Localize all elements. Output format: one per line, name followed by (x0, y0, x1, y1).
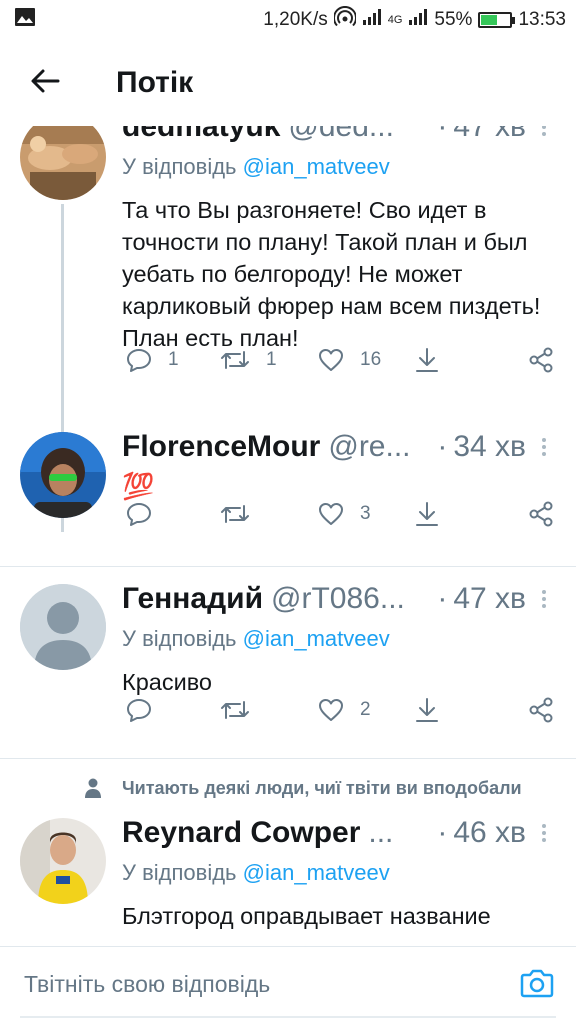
hotspot-icon (332, 6, 357, 34)
reply-count: 1 (168, 349, 179, 370)
separator-dot: · (437, 126, 448, 143)
download-icon (416, 698, 438, 722)
avatar[interactable] (20, 584, 106, 670)
reply-composer[interactable]: Твітніть свою відповідь (0, 946, 576, 1024)
camera-button[interactable] (520, 967, 554, 1004)
save-button[interactable] (414, 494, 440, 534)
share-icon (529, 697, 553, 723)
display-name[interactable]: dedmatyuk (122, 126, 280, 144)
more-options-button[interactable] (526, 588, 562, 610)
reply-input[interactable]: Твітніть свою відповідь (24, 971, 270, 998)
user-handle[interactable]: @re... (328, 430, 427, 464)
avatar[interactable] (20, 432, 106, 518)
back-button[interactable] (0, 40, 90, 126)
reply-button[interactable] (126, 690, 168, 730)
divider (0, 758, 576, 759)
signal-icon-2 (408, 8, 428, 32)
status-bar: 1,20K/s 4G 55% 13:53 (0, 0, 576, 40)
user-handle[interactable]: @ded... (288, 126, 427, 144)
user-handle[interactable]: ... (368, 816, 427, 850)
reply-button[interactable]: 1 (126, 340, 179, 380)
reply-context: У відповідь @ian_matveev (122, 860, 562, 886)
clock: 13:53 (518, 9, 566, 30)
default-avatar-icon (20, 584, 106, 670)
download-icon (416, 348, 438, 372)
like-button[interactable]: 16 (318, 340, 381, 380)
reply-mention-link[interactable]: @ian_matveev (243, 154, 390, 179)
reply-mention-link[interactable]: @ian_matveev (243, 626, 390, 651)
social-context-label: Читають деякі люди, чиї твіти ви вподоба… (122, 777, 522, 798)
like-count: 3 (360, 503, 371, 524)
timestamp: 46 хв (453, 816, 526, 849)
camera-icon (520, 969, 554, 998)
reply-prefix: У відповідь (122, 154, 237, 179)
person-icon (84, 778, 102, 803)
more-options-button[interactable] (526, 436, 562, 458)
timestamp: 47 хв (453, 126, 526, 143)
battery-percent: 55% (434, 9, 473, 30)
network-speed: 1,20K/s (263, 9, 328, 30)
heart-icon (319, 503, 343, 525)
back-arrow-icon (30, 68, 60, 99)
reply-context: У відповідь @ian_matveev (122, 626, 562, 652)
retweet-icon (221, 505, 249, 523)
retweet-count: 1 (266, 349, 277, 370)
reply-icon (127, 503, 151, 526)
avatar[interactable] (20, 126, 106, 200)
social-context: Читають деякі люди, чиї твіти ви вподоба… (0, 770, 576, 806)
battery-icon (478, 12, 516, 28)
download-icon (416, 502, 438, 526)
share-button[interactable] (528, 494, 554, 534)
user-handle[interactable]: @rT086... (271, 582, 427, 616)
display-name[interactable]: FlorenceMour (122, 430, 320, 464)
save-button[interactable] (414, 690, 440, 730)
separator-dot: · (437, 430, 448, 463)
reply-context: У відповідь @ian_matveev (122, 154, 562, 180)
reply-mention-link[interactable]: @ian_matveev (243, 860, 390, 885)
reply-icon (127, 349, 151, 372)
input-underline (20, 1016, 556, 1018)
like-button[interactable]: 3 (318, 494, 371, 534)
retweet-button[interactable]: 1 (220, 340, 277, 380)
like-count: 2 (360, 699, 371, 720)
retweet-button[interactable] (220, 494, 266, 534)
reply-button[interactable] (126, 494, 168, 534)
tweet-text: Блэтгород оправдывает название (122, 903, 491, 929)
more-options-button[interactable] (526, 822, 562, 844)
like-button[interactable]: 2 (318, 690, 371, 730)
tweet-feed[interactable]: dedmatyuk @ded... · 47 хв У відповідь @i… (0, 126, 576, 946)
tweet-text: Та что Вы разгоняете! Сво идет в точност… (122, 197, 541, 351)
retweet-button[interactable] (220, 690, 266, 730)
network-type: 4G (387, 14, 403, 26)
more-options-button[interactable] (526, 126, 562, 138)
heart-icon (319, 349, 343, 371)
reply-prefix: У відповідь (122, 860, 237, 885)
share-button[interactable] (528, 340, 554, 380)
separator-dot: · (437, 816, 448, 849)
save-button[interactable] (414, 340, 440, 380)
share-button[interactable] (528, 690, 554, 730)
avatar[interactable] (20, 818, 106, 904)
retweet-icon (221, 351, 249, 369)
signal-icon (362, 8, 382, 32)
page-title: Потік (116, 66, 194, 99)
reply-icon (127, 699, 151, 722)
share-icon (529, 347, 553, 373)
display-name[interactable]: Геннадий (122, 582, 263, 616)
like-count: 16 (360, 349, 382, 370)
retweet-icon (221, 701, 249, 719)
image-notification-icon (14, 7, 36, 33)
separator-dot: · (437, 582, 448, 615)
app-bar: Потік (0, 40, 576, 126)
share-icon (529, 501, 553, 527)
display-name[interactable]: Reynard Cowper (122, 816, 360, 850)
heart-icon (319, 699, 343, 721)
divider (0, 566, 576, 567)
timestamp: 47 хв (453, 582, 526, 615)
reply-prefix: У відповідь (122, 626, 237, 651)
timestamp: 34 хв (453, 430, 526, 463)
